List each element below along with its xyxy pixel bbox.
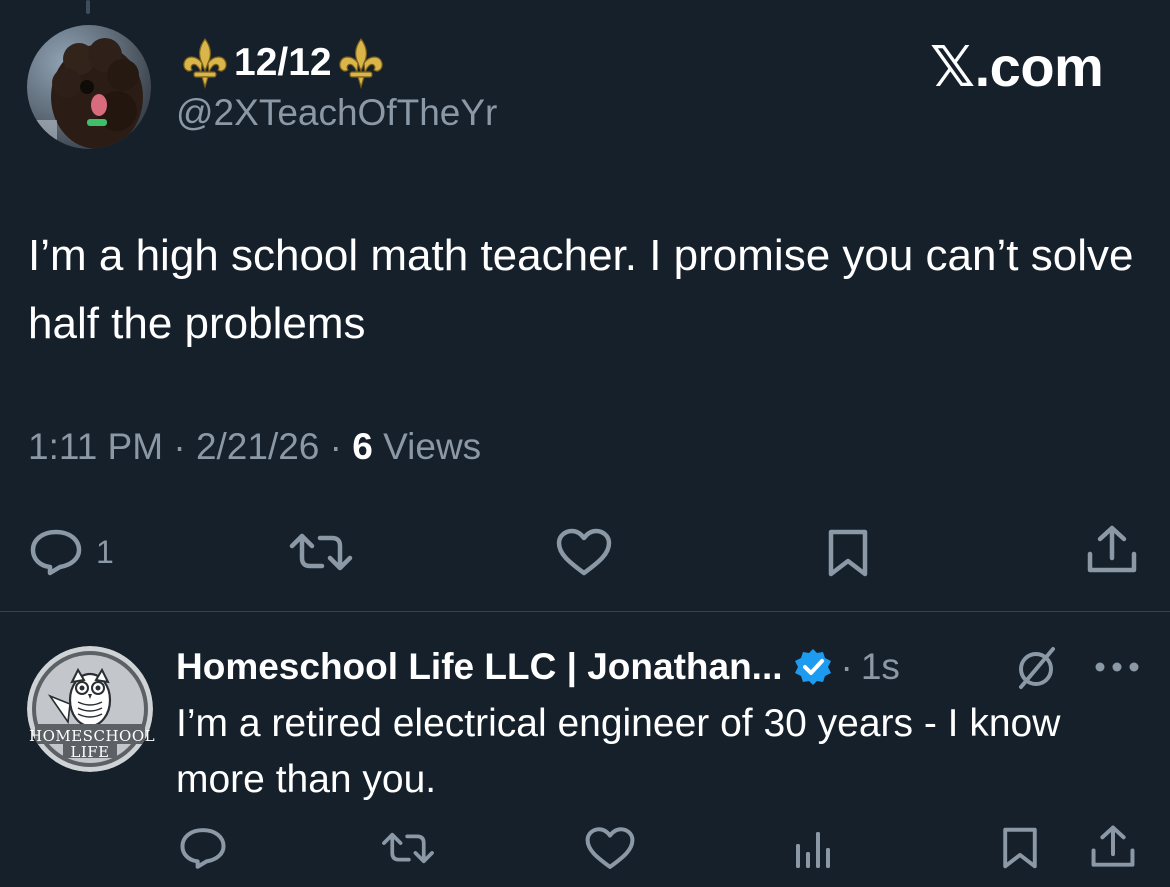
more-options-button[interactable]: [1094, 660, 1140, 679]
reply-time-separator: ·: [840, 646, 853, 687]
reply-bookmark-button[interactable]: [1000, 826, 1040, 870]
bookmark-button[interactable]: [825, 528, 871, 578]
tweet-date[interactable]: 2/21/26: [196, 426, 319, 467]
repost-button[interactable]: [286, 528, 356, 576]
homeschool-life-logo-text: HOMESCHOOL LIFE: [29, 727, 156, 761]
reply-count: 1: [96, 533, 114, 570]
x-com-brand-logo: 𝕏.com: [930, 35, 1104, 98]
grok-button[interactable]: [1013, 645, 1059, 696]
reply-share-button[interactable]: [1088, 824, 1138, 870]
reply-reply-button[interactable]: [178, 826, 228, 870]
reply-icon: [180, 828, 226, 869]
author-display-name-text: 12/12: [234, 41, 332, 84]
author-handle[interactable]: @2XTeachOfTheYr: [176, 92, 497, 134]
analytics-icon: [796, 832, 830, 868]
reply-analytics-button[interactable]: [794, 826, 834, 870]
reply-text: I’m a retired electrical engineer of 30 …: [176, 702, 1061, 801]
tweet-text: I’m a high school math teacher. I promis…: [28, 231, 1134, 348]
views-label[interactable]: Views: [383, 426, 481, 467]
views-count: 6: [352, 426, 373, 467]
meta-separator: ·: [329, 426, 342, 467]
verified-badge-icon[interactable]: [793, 647, 833, 687]
heart-icon: [556, 528, 612, 576]
bookmark-icon: [828, 529, 868, 577]
author-display-name[interactable]: 12/12: [180, 35, 386, 91]
more-icon: [1095, 662, 1139, 672]
share-icon: [1091, 825, 1135, 867]
dog-photo-avatar-image: [27, 25, 151, 149]
reply-like-button[interactable]: [584, 826, 636, 872]
reply-header: Homeschool Life LLC | Jonathan... · 1s: [176, 642, 900, 692]
reply-timestamp[interactable]: 1s: [861, 646, 900, 688]
reply-icon: [30, 529, 82, 576]
repost-icon: [289, 533, 353, 571]
share-icon: [1087, 525, 1137, 573]
fleur-de-lis-icon: [183, 37, 227, 89]
thread-connector-line: [86, 0, 90, 14]
like-button[interactable]: [555, 528, 613, 578]
tweet-time[interactable]: 1:11 PM: [28, 426, 163, 467]
reply-repost-button[interactable]: [379, 826, 437, 870]
reply-author-display-name[interactable]: Homeschool Life LLC | Jonathan...: [176, 646, 783, 688]
share-button[interactable]: [1084, 524, 1140, 576]
repost-icon: [382, 832, 434, 864]
tweet-metadata: 1:11 PM · 2/21/26 · 6 Views: [28, 426, 481, 468]
bookmark-icon: [1003, 827, 1037, 869]
reply-button[interactable]: 1: [28, 528, 114, 576]
heart-icon: [585, 827, 635, 869]
fleur-de-lis-icon: [338, 37, 383, 89]
tweet-divider: [0, 611, 1170, 612]
grok-icon: [1019, 647, 1055, 689]
author-avatar[interactable]: [27, 25, 151, 149]
meta-separator: ·: [173, 426, 186, 467]
